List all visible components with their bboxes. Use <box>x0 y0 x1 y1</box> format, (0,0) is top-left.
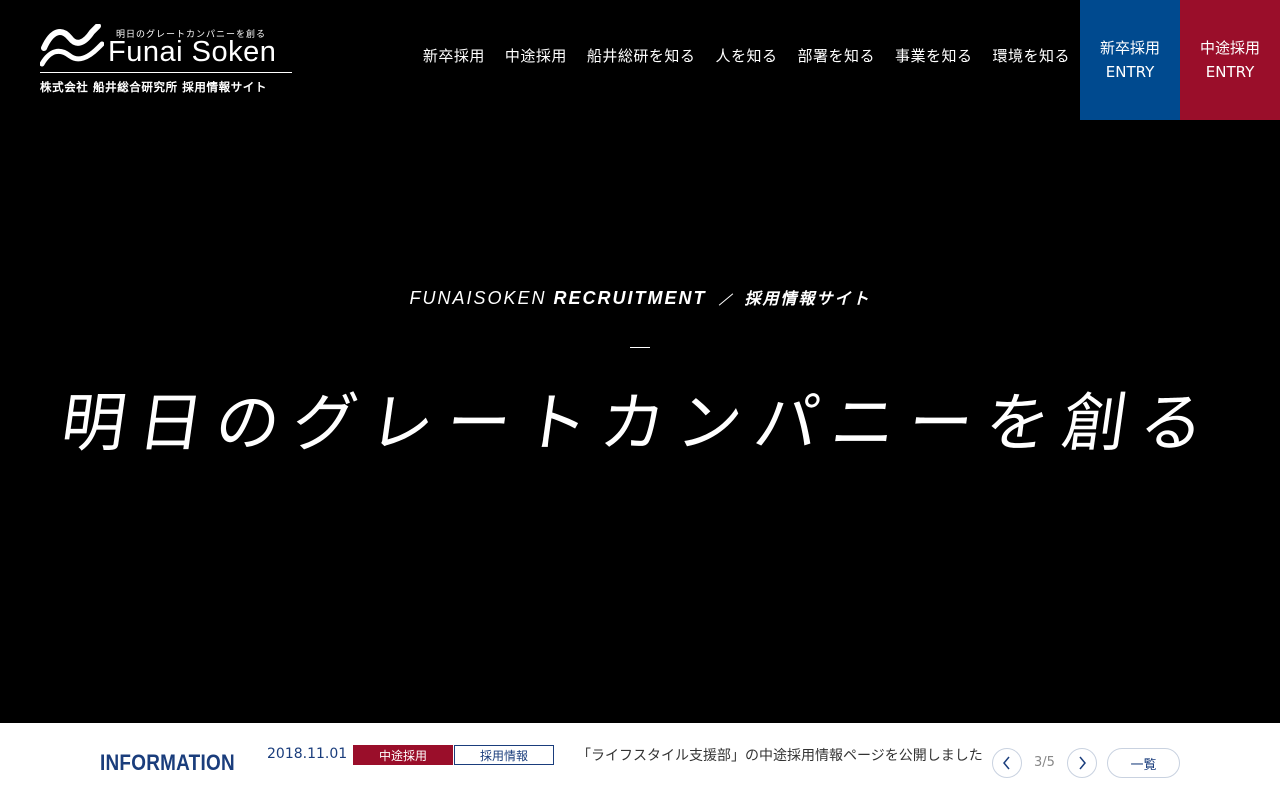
category-tag-recruitment-info[interactable]: 採用情報 <box>454 745 554 765</box>
eyebrow-light: FUNAISOKEN <box>409 288 547 308</box>
new-graduate-entry-button[interactable]: 新卒採用 ENTRY <box>1080 0 1180 120</box>
news-date: 2018.11.01 <box>267 746 348 762</box>
nav-people[interactable]: 人を知る <box>715 45 777 66</box>
eyebrow-site: 採用情報サイト <box>744 289 871 308</box>
logo[interactable]: 明日のグレートカンパニーを創る Funai Soken 株式会社 船井総合研究所… <box>40 24 292 96</box>
logo-brand: Funai Soken <box>108 36 277 68</box>
information-bar: INFORMATION 2018.11.01 中途採用 採用情報 「ライフスタイ… <box>0 723 1280 803</box>
site-header: 明日のグレートカンパニーを創る Funai Soken 株式会社 船井総合研究所… <box>0 0 1280 120</box>
wave-logo-icon <box>40 24 104 67</box>
entry-new-line1: 新卒採用 <box>1099 39 1160 57</box>
hero-eyebrow: FUNAISOKEN RECRUITMENT 採用情報サイト <box>0 285 1280 309</box>
logo-divider <box>40 72 292 73</box>
entry-mid-line1: 中途採用 <box>1199 39 1260 57</box>
nav-new-graduate[interactable]: 新卒採用 <box>423 45 485 66</box>
nav-about-company[interactable]: 船井総研を知る <box>587 45 696 66</box>
chevron-right-icon <box>1079 756 1086 770</box>
main-nav: 新卒採用 中途採用 船井総研を知る 人を知る 部署を知る 事業を知る 環境を知る <box>423 45 1070 66</box>
nav-business[interactable]: 事業を知る <box>895 45 973 66</box>
mid-career-entry-button[interactable]: 中途採用 ENTRY <box>1180 0 1280 120</box>
news-list-button[interactable]: 一覧 <box>1107 748 1180 778</box>
news-headline-link[interactable]: 「ライフスタイル支援部」の中途採用情報ページを公開しました <box>577 745 983 765</box>
prev-news-button[interactable] <box>992 748 1022 778</box>
hero-dash <box>630 347 650 348</box>
nav-departments[interactable]: 部署を知る <box>797 45 875 66</box>
entry-mid-line2: ENTRY <box>1205 63 1255 81</box>
logo-subtitle: 株式会社 船井総合研究所 採用情報サイト <box>40 80 268 94</box>
nav-environment[interactable]: 環境を知る <box>992 45 1070 66</box>
chevron-left-icon <box>1003 756 1010 770</box>
eyebrow-bold: RECRUITMENT <box>553 288 707 308</box>
hero-headline: 明日のグレートカンパニーを創る <box>56 387 1222 461</box>
next-news-button[interactable] <box>1067 748 1097 778</box>
nav-mid-career[interactable]: 中途採用 <box>505 45 567 66</box>
entry-new-line2: ENTRY <box>1105 63 1155 81</box>
slash-divider <box>718 293 733 306</box>
category-tag-mid-career[interactable]: 中途採用 <box>353 745 453 765</box>
information-label: INFORMATION <box>100 750 235 775</box>
news-counter: 3/5 <box>1034 755 1055 770</box>
